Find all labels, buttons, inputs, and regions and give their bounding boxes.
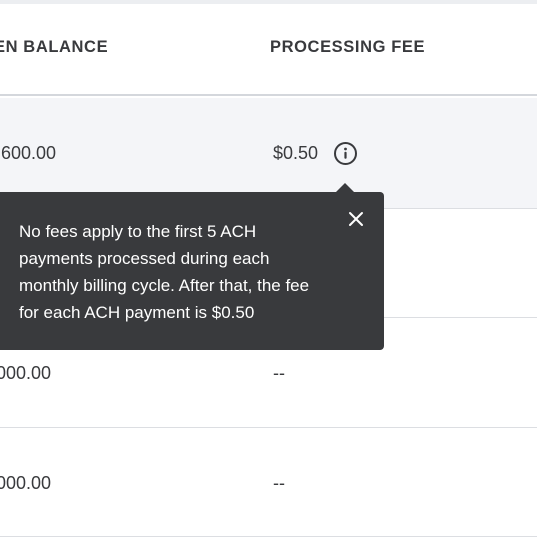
column-header-open-balance[interactable]: EN BALANCE — [0, 38, 108, 57]
processing-fee-cell: -- — [273, 363, 285, 383]
tooltip-arrow — [335, 183, 355, 193]
close-icon[interactable] — [346, 209, 366, 229]
open-balance-cell: 000.00 — [0, 473, 52, 493]
payments-table-view: EN BALANCE PROCESSING FEE ,600.00 $0.50 … — [0, 0, 537, 542]
tooltip-text: No fees apply to the first 5 ACH payment… — [19, 222, 310, 322]
processing-fee-tooltip: No fees apply to the first 5 ACH payment… — [0, 183, 384, 350]
processing-fee-cell: -- — [273, 473, 285, 493]
column-header-processing-fee[interactable]: PROCESSING FEE — [270, 38, 425, 57]
processing-fee-cell: $0.50 — [273, 143, 319, 163]
table-header: EN BALANCE PROCESSING FEE — [0, 4, 537, 96]
open-balance-cell: 000.00 — [0, 363, 52, 383]
info-icon[interactable] — [333, 141, 358, 166]
table-row[interactable]: 000.00 -- — [0, 428, 537, 537]
open-balance-cell: ,600.00 — [0, 143, 57, 163]
